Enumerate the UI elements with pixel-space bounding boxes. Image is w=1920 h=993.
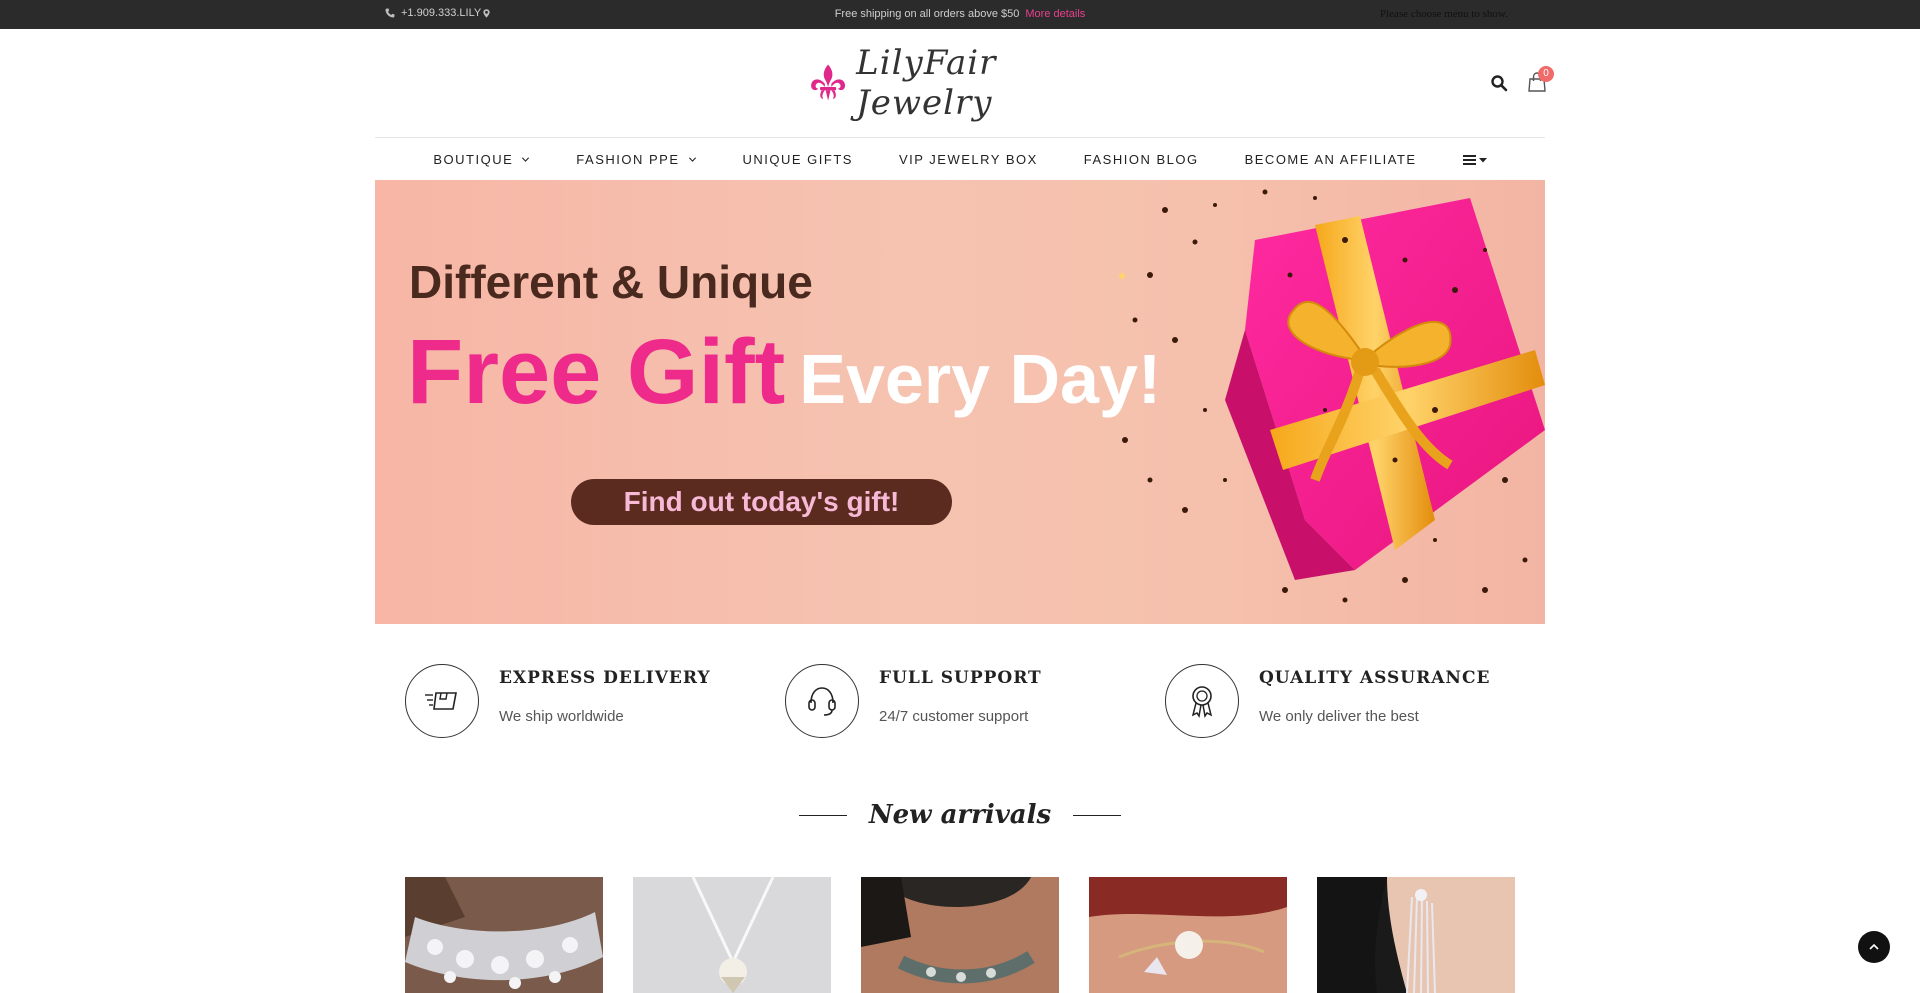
product-card-pearl-bracelet[interactable] bbox=[1089, 877, 1287, 993]
cart-count-badge: 0 bbox=[1538, 66, 1554, 82]
feature-description: We only deliver the best bbox=[1259, 708, 1419, 725]
more-details-link[interactable]: More details bbox=[1025, 8, 1085, 20]
product-card-statement-necklace[interactable] bbox=[861, 877, 1059, 993]
headset-icon bbox=[808, 687, 836, 716]
product-card-tassel-earrings[interactable] bbox=[1317, 877, 1515, 993]
nav-item-fashion-ppe[interactable]: FASHION PPE bbox=[576, 152, 696, 167]
nav-item-label: UNIQUE GIFTS bbox=[742, 152, 853, 167]
tassel-earrings-image bbox=[1317, 877, 1515, 993]
feature-icon-circle bbox=[405, 664, 479, 738]
award-ribbon-icon bbox=[1191, 686, 1213, 718]
feature-description: We ship worldwide bbox=[499, 708, 624, 725]
feature-title: FULL SUPPORT bbox=[879, 668, 1042, 688]
new-arrivals-heading: New arrivals bbox=[0, 800, 1920, 830]
chevron-down-icon bbox=[522, 157, 530, 162]
feature-icon-circle bbox=[785, 664, 859, 738]
heading-divider-right bbox=[1073, 814, 1122, 816]
hero-subheading: Free Gift Every Day! bbox=[407, 320, 1161, 425]
back-to-top-button[interactable] bbox=[1858, 931, 1890, 963]
new-arrivals-title: New arrivals bbox=[868, 800, 1052, 830]
caret-down-icon bbox=[1478, 157, 1487, 162]
nav-item-unique-gifts[interactable]: UNIQUE GIFTS bbox=[743, 152, 853, 167]
nav-item-vip-jewelry-box[interactable]: VIP JEWELRY BOX bbox=[899, 152, 1038, 167]
product-card-pearl-pendant[interactable] bbox=[633, 877, 831, 993]
delivery-box-icon bbox=[425, 692, 457, 710]
feature-title: QUALITY ASSURANCE bbox=[1259, 668, 1491, 688]
nav-item-label: VIP JEWELRY BOX bbox=[898, 152, 1038, 167]
fleur-de-lis-icon bbox=[811, 64, 846, 101]
find-gift-button[interactable]: Find out today's gift! bbox=[571, 479, 952, 525]
chevron-up-icon bbox=[1869, 943, 1879, 950]
menu-note: Please choose menu to show. bbox=[1380, 8, 1508, 20]
main-nav: BOUTIQUE FASHION PPE UNIQUE GIFTS VIP JE… bbox=[375, 139, 1545, 180]
gift-box-image bbox=[1119, 189, 1545, 603]
chevron-down-icon bbox=[688, 157, 696, 162]
hero-free-gift-text: Free Gift bbox=[407, 321, 786, 423]
feature-full-support: FULL SUPPORT 24/7 customer support bbox=[755, 644, 1115, 738]
search-icon[interactable] bbox=[1490, 74, 1508, 92]
logo-text: LilyFair Jewelry bbox=[856, 43, 997, 123]
nav-item-label: FASHION PPE bbox=[576, 152, 680, 167]
crystal-choker-image bbox=[405, 877, 603, 993]
statement-necklace-image bbox=[861, 877, 1059, 993]
feature-express-delivery: EXPRESS DELIVERY We ship worldwide bbox=[375, 644, 735, 738]
features-section: EXPRESS DELIVERY We ship worldwide FULL … bbox=[375, 624, 1545, 744]
nav-item-fashion-blog[interactable]: FASHION BLOG bbox=[1084, 152, 1199, 167]
hamburger-menu-icon bbox=[1462, 154, 1476, 165]
heading-divider-left bbox=[798, 814, 847, 816]
site-logo[interactable]: LilyFair Jewelry bbox=[808, 43, 1108, 123]
product-card-crystal-choker[interactable] bbox=[405, 877, 603, 993]
feature-quality-assurance: QUALITY ASSURANCE We only deliver the be… bbox=[1135, 644, 1495, 738]
pearl-bracelet-image bbox=[1089, 877, 1287, 993]
hero-heading: Different & Unique bbox=[409, 256, 813, 308]
hero-banner[interactable]: Different & Unique Free Gift Every Day! F… bbox=[375, 180, 1545, 624]
nav-item-label: BECOME AN AFFILIATE bbox=[1244, 152, 1417, 167]
feature-icon-circle bbox=[1165, 664, 1239, 738]
nav-item-label: FASHION BLOG bbox=[1083, 152, 1199, 167]
more-menu-button[interactable] bbox=[1462, 154, 1487, 166]
pearl-pendant-image bbox=[633, 877, 831, 993]
shipping-text: Free shipping on all orders above $50 bbox=[834, 8, 1020, 20]
feature-title: EXPRESS DELIVERY bbox=[499, 668, 711, 688]
product-grid bbox=[405, 877, 1515, 993]
nav-item-label: BOUTIQUE bbox=[433, 152, 514, 167]
shipping-banner: Free shipping on all orders above $50 Mor… bbox=[0, 8, 1920, 20]
feature-description: 24/7 customer support bbox=[879, 708, 1029, 725]
site-header: LilyFair Jewelry 0 bbox=[375, 29, 1554, 138]
top-bar: +1.909.333.LILY Free shipping on all ord… bbox=[0, 0, 1920, 29]
nav-item-boutique[interactable]: BOUTIQUE bbox=[433, 152, 530, 167]
nav-item-become-an-affiliate[interactable]: BECOME AN AFFILIATE bbox=[1245, 152, 1417, 167]
